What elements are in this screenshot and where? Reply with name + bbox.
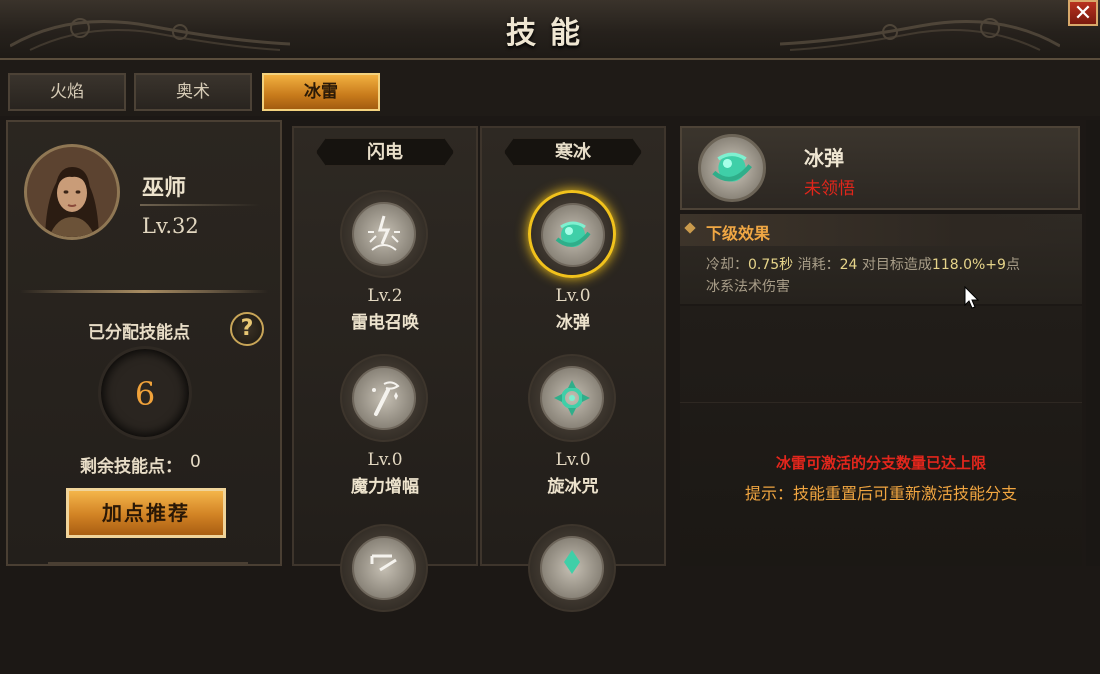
skill-detail-header: 冰弹 未领悟 — [680, 126, 1080, 210]
allocated-points-label: 已分配技能点 — [88, 323, 190, 343]
skill-mana-amplify[interactable]: Lv.0 魔力增幅 — [294, 354, 476, 504]
skill-level: Lv.0 — [367, 450, 403, 470]
skill-partial-ice[interactable] — [482, 524, 664, 674]
bow-icon — [370, 554, 397, 572]
cost-value: 24 — [839, 257, 858, 273]
hero-portrait-icon — [27, 147, 117, 237]
effect-value: 118.0%+9 — [931, 257, 1006, 273]
tab-ice-thunder[interactable]: 冰雷 — [262, 73, 380, 111]
skill-orb[interactable] — [340, 524, 428, 612]
skill-ice-vortex[interactable]: Lv.0 旋冰咒 — [482, 354, 664, 504]
detail-divider — [680, 402, 1082, 403]
skill-partial-lightning[interactable] — [294, 524, 476, 674]
ice-vortex-icon — [554, 380, 590, 416]
hero-name: 巫师 — [142, 176, 187, 201]
remaining-points-value: 0 — [190, 452, 201, 472]
diamond-bullet-icon — [684, 222, 696, 234]
skill-orb[interactable] — [340, 354, 428, 442]
skill-name: 旋冰咒 — [547, 477, 599, 497]
ice-crystal-icon — [564, 550, 580, 574]
cooldown-label: 冷却： — [706, 257, 748, 273]
skill-detail-body: 冰雷可激活的分支数量已达上限 提示：技能重置后可重新激活技能分支 — [680, 306, 1082, 566]
ice-orb-icon — [712, 152, 752, 182]
branch-limit-warning: 冰雷可激活的分支数量已达上限 — [775, 454, 986, 472]
skill-name: 雷电召唤 — [351, 313, 419, 333]
skill-orb[interactable] — [528, 354, 616, 442]
recommend-points-button[interactable]: 加点推荐 — [66, 488, 226, 538]
skill-column-lightning: 闪电 Lv.2 雷电召唤 Lv.0 魔力增幅 — [292, 126, 478, 612]
allocated-points-ring: 6 — [98, 346, 192, 440]
allocated-points-value: 6 — [134, 375, 156, 413]
remaining-points-label: 剩余技能点： — [80, 457, 182, 477]
skill-orb[interactable] — [340, 190, 428, 278]
effect-prefix: 对目标造成 — [861, 257, 932, 273]
effect-description-line2: 冰系法术伤害 — [706, 279, 790, 295]
help-icon[interactable]: ? — [230, 312, 264, 346]
skill-thunder-summon[interactable]: Lv.2 雷电召唤 — [294, 190, 476, 340]
panel-divider — [20, 290, 268, 293]
ice-orb-icon — [555, 221, 591, 247]
tab-bar: 火焰 奥术 冰雷 — [0, 60, 1100, 116]
skill-level: Lv.0 — [555, 450, 591, 470]
wand-spark-icon — [372, 381, 400, 416]
hero-divider — [140, 204, 260, 206]
skill-level: Lv.2 — [367, 286, 403, 306]
close-button[interactable]: ✕ — [1068, 0, 1098, 26]
detail-skill-name: 冰弹 — [804, 146, 844, 170]
skill-column-ice: 寒冰 Lv.0 冰弹 Lv.0 旋冰咒 — [480, 126, 666, 612]
effect-description: 冷却：0.75秒 消耗：24 对目标造成118.0%+9点 — [706, 254, 1020, 274]
effect-title: 下级效果 — [706, 224, 771, 243]
reset-tip: 提示：技能重置后可重新激活技能分支 — [744, 484, 1017, 503]
lightning-burst-icon — [368, 215, 400, 251]
hero-level: Lv.32 — [142, 214, 199, 238]
hero-panel: 巫师 Lv.32 已分配技能点 ? 6 剩余技能点： 0 加点推荐 — [6, 120, 282, 566]
tab-fire[interactable]: 火焰 — [8, 73, 126, 111]
cooldown-value: 0.75秒 — [748, 257, 794, 273]
cost-label: 消耗： — [797, 257, 840, 273]
skill-ice-bolt[interactable]: Lv.0 冰弹 — [482, 190, 664, 340]
skill-name: 冰弹 — [556, 313, 590, 333]
effect-header: 下级效果 — [680, 214, 1082, 246]
mouse-cursor-icon — [964, 286, 980, 309]
skill-level: Lv.0 — [555, 286, 591, 306]
window-title: 技能 — [506, 16, 594, 51]
column-header-lightning: 闪电 — [316, 138, 454, 166]
detail-skill-status: 未领悟 — [804, 179, 855, 199]
effect-suffix: 点 — [1005, 257, 1020, 273]
window-right-edge — [1086, 120, 1100, 566]
next-level-effect: 下级效果 冷却：0.75秒 消耗：24 对目标造成118.0%+9点 冰系法术伤… — [680, 214, 1082, 304]
skill-name: 魔力增幅 — [351, 477, 419, 497]
skill-orb-selected[interactable] — [528, 190, 616, 278]
avatar — [24, 144, 120, 240]
column-header-ice: 寒冰 — [504, 138, 642, 166]
tab-arcane[interactable]: 奥术 — [134, 73, 252, 111]
title-bar: 技能 ✕ — [0, 0, 1100, 60]
detail-skill-orb — [698, 134, 766, 202]
skill-orb[interactable] — [528, 524, 616, 612]
panel-bottom-rule — [48, 562, 248, 566]
